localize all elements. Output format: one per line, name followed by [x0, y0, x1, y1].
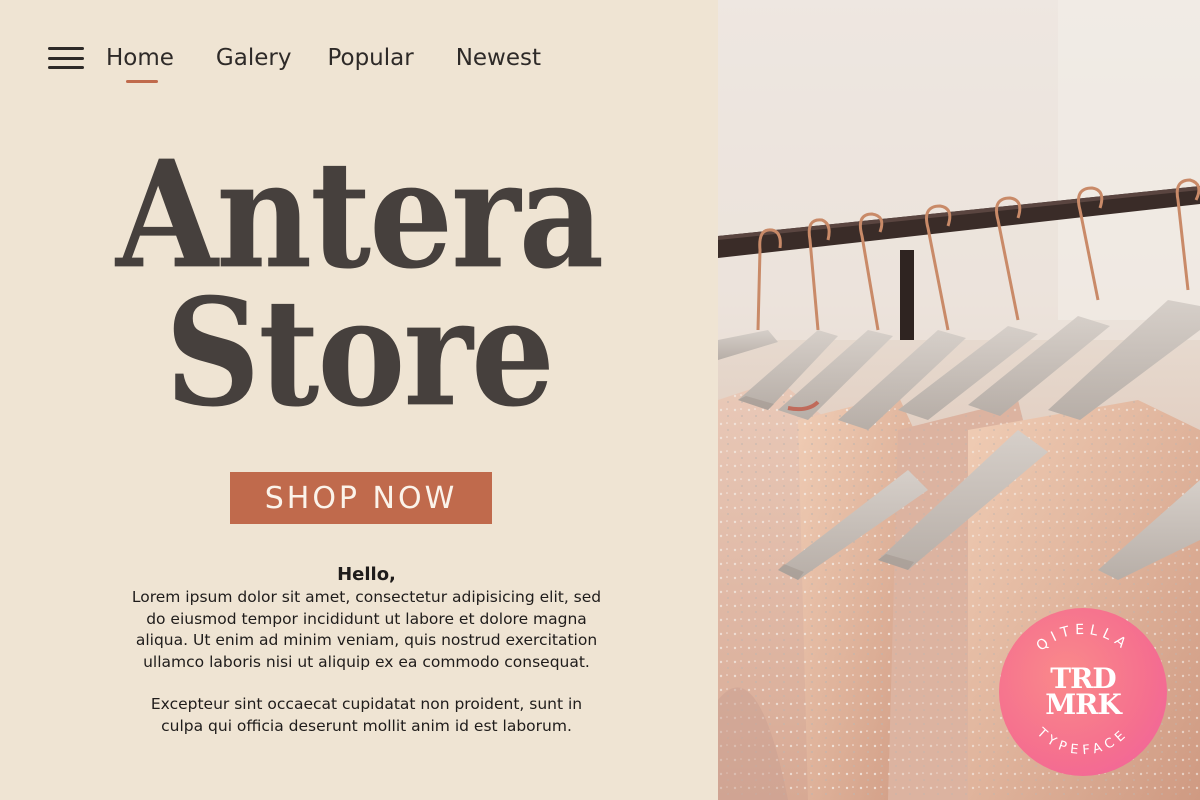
badge-logo: TRD MRK: [999, 608, 1167, 776]
shop-now-button[interactable]: SHOP NOW: [230, 472, 492, 524]
nav-home[interactable]: Home: [106, 45, 174, 83]
nav-galery[interactable]: Galery: [216, 45, 292, 71]
greeting: Hello,: [337, 564, 396, 585]
intro-text: Hello, Lorem ipsum dolor sit amet, conse…: [130, 563, 603, 737]
hero-panel: Home Galery Popular Newest Antera Store …: [0, 0, 718, 800]
title-line-2: Store: [165, 266, 555, 441]
top-nav: Home Galery Popular Newest: [48, 36, 541, 83]
menu-icon[interactable]: [48, 45, 84, 71]
typeface-badge: QITELLA TYPEFACE TRD MRK: [999, 608, 1167, 776]
paragraph-1: Lorem ipsum dolor sit amet, consectetur …: [131, 588, 602, 671]
badge-line-2: MRK: [1045, 688, 1122, 721]
paragraph-2: Excepteur sint occaecat cupidatat non pr…: [150, 695, 583, 735]
nav-newest[interactable]: Newest: [456, 45, 541, 71]
page-title: Antera Store: [0, 142, 718, 428]
nav-popular[interactable]: Popular: [327, 45, 413, 71]
